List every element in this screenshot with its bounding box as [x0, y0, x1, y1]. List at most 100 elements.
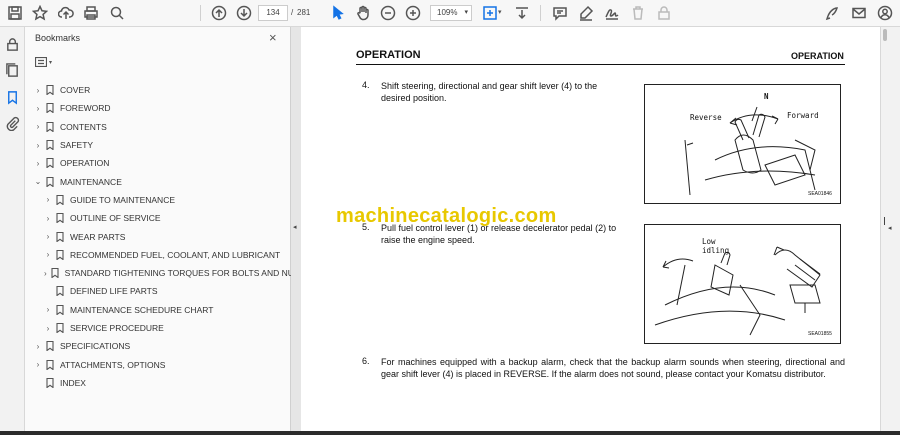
bookmark-item[interactable]: DEFINED LIFE PARTS — [25, 282, 291, 300]
bookmark-item[interactable]: ⌄ MAINTENANCE — [25, 172, 291, 190]
bookmark-flag-icon — [56, 194, 64, 206]
scrollbar-thumb[interactable] — [883, 29, 887, 41]
chevron-right-icon[interactable]: › — [34, 159, 42, 168]
chevron-right-icon[interactable]: › — [34, 86, 42, 95]
panel-collapse-handle[interactable]: ◂ — [291, 27, 301, 435]
comment-icon[interactable] — [551, 4, 569, 22]
chevron-right-icon[interactable]: › — [44, 250, 52, 259]
bookmark-label: ATTACHMENTS, OPTIONS — [60, 359, 166, 370]
figure-code: SEA01855 — [808, 331, 832, 337]
delete-icon[interactable] — [629, 4, 647, 22]
sign-icon[interactable] — [603, 4, 621, 22]
bookmark-label: STANDARD TIGHTENING TORQUES FOR BOLTS AN… — [64, 268, 305, 279]
account-icon[interactable] — [876, 4, 894, 22]
page-header-left: OPERATION — [356, 49, 421, 61]
label-reverse: Reverse — [690, 113, 722, 122]
zoom-in-icon[interactable] — [404, 4, 422, 22]
page-down-icon[interactable] — [235, 4, 253, 22]
collapse-left-icon[interactable]: ◂ — [293, 223, 297, 231]
edit-pdf-icon[interactable] — [824, 4, 842, 22]
close-icon[interactable]: × — [269, 30, 277, 45]
bookmark-label: GUIDE TO MAINTENANCE — [70, 194, 176, 205]
chevron-right-icon[interactable]: › — [34, 360, 42, 369]
security-lock-icon[interactable] — [5, 37, 20, 52]
chevron-right-icon[interactable]: › — [44, 305, 52, 314]
zoom-out-icon[interactable] — [379, 4, 397, 22]
bookmark-label: MAINTENANCE — [60, 176, 122, 187]
zoom-search-icon[interactable] — [108, 4, 126, 22]
bookmark-item[interactable]: › OPERATION — [25, 154, 291, 172]
bookmark-flag-icon — [56, 286, 64, 297]
attachment-icon[interactable] — [5, 116, 20, 132]
bookmark-label: INDEX — [60, 377, 86, 388]
bookmark-label: MAINTENANCE SCHEDURE CHART — [70, 304, 214, 315]
top-toolbar: 134 / 281 109% ▾ ▾ — [0, 0, 900, 27]
bookmark-item[interactable]: INDEX — [25, 374, 291, 392]
zoom-value: 109% — [437, 8, 458, 17]
chevron-right-icon[interactable]: › — [44, 214, 52, 223]
bookmark-label: OPERATION — [60, 158, 110, 169]
bookmark-list: › COVER › FOREWORD › CONTENTS › SAFETY › OPERATIO… — [25, 81, 305, 392]
chevron-right-icon[interactable]: › — [34, 141, 42, 150]
chevron-right-icon[interactable]: › — [34, 104, 42, 113]
bookmark-item[interactable]: › WEAR PARTS — [25, 227, 291, 245]
left-rail — [0, 27, 25, 435]
chevron-right-icon[interactable]: › — [34, 342, 42, 351]
bookmark-label: COVER — [60, 85, 91, 96]
bookmark-icon[interactable] — [5, 90, 20, 105]
bookmark-item[interactable]: › RECOMMENDED FUEL, COOLANT, AND LUBRICAN… — [25, 246, 291, 264]
bookmark-label: WEAR PARTS — [70, 231, 126, 242]
bookmark-flag-icon — [46, 359, 54, 371]
bookmark-item[interactable]: › STANDARD TIGHTENING TORQUES FOR BOLTS A… — [25, 264, 305, 282]
bookmark-item[interactable]: › SERVICE PROCEDURE — [25, 319, 291, 337]
chevron-down-icon[interactable]: ⌄ — [34, 177, 42, 186]
bookmark-flag-icon — [56, 231, 64, 243]
lock-icon[interactable] — [655, 4, 673, 22]
bookmark-item[interactable]: › CONTENTS — [25, 118, 291, 136]
save-icon[interactable] — [6, 4, 24, 22]
fit-page-icon[interactable] — [481, 4, 499, 22]
bookmark-item[interactable]: › GUIDE TO MAINTENANCE — [25, 191, 291, 209]
bookmark-flag-icon — [46, 121, 54, 133]
label-n: N — [764, 92, 769, 101]
fuel-lever-illustration — [654, 246, 821, 336]
bookmark-item[interactable]: › SPECIFICATIONS — [25, 337, 291, 355]
bookmark-item[interactable]: › COVER — [25, 81, 291, 99]
star-icon[interactable] — [31, 4, 49, 22]
step-number: 4. — [362, 80, 370, 90]
cursor-icon[interactable] — [329, 4, 347, 22]
highlight-icon[interactable] — [577, 4, 595, 22]
bookmark-label: CONTENTS — [60, 121, 107, 132]
bookmark-item[interactable]: › SAFETY — [25, 136, 291, 154]
bookmark-item[interactable]: › OUTLINE OF SERVICE — [25, 209, 291, 227]
email-icon[interactable] — [850, 4, 868, 22]
upload-icon[interactable] — [57, 4, 75, 22]
chevron-right-icon[interactable]: › — [44, 269, 47, 278]
expand-right-panel-icon[interactable]: ◂ — [888, 224, 892, 232]
label-idling: idling — [702, 246, 730, 255]
bookmark-flag-icon — [46, 85, 54, 96]
fit-chevron-icon[interactable]: ▾ — [498, 8, 502, 16]
chevron-right-icon[interactable]: › — [44, 195, 52, 204]
page-number-input[interactable]: 134 — [258, 5, 288, 21]
page-header-right: OPERATION — [791, 51, 844, 61]
chevron-right-icon[interactable]: › — [44, 232, 52, 241]
chevron-down-icon: ▾ — [49, 59, 53, 66]
figure-shift-lever: N Reverse Forward SEA01846 — [644, 84, 841, 204]
pages-icon[interactable] — [5, 63, 20, 78]
chevron-right-icon[interactable]: › — [44, 324, 52, 333]
bookmark-item[interactable]: › MAINTENANCE SCHEDURE CHART — [25, 301, 291, 319]
scroll-mode-icon[interactable] — [513, 4, 531, 22]
watermark: machinecatalogic.com — [336, 205, 557, 227]
page-up-icon[interactable] — [210, 4, 228, 22]
hand-icon[interactable] — [354, 4, 372, 22]
bookmark-options-button[interactable]: ▾ — [35, 55, 57, 69]
document-viewport[interactable]: OPERATION OPERATION 4. Shift steering, d… — [301, 27, 880, 435]
zoom-select[interactable]: 109% ▾ — [430, 5, 472, 21]
print-icon[interactable] — [82, 4, 100, 22]
chevron-right-icon[interactable]: › — [34, 122, 42, 131]
right-scroll-area[interactable]: ◂ — [880, 27, 900, 435]
label-forward: Forward — [787, 111, 819, 120]
bookmark-item[interactable]: › FOREWORD — [25, 99, 291, 117]
bookmark-item[interactable]: › ATTACHMENTS, OPTIONS — [25, 355, 291, 373]
